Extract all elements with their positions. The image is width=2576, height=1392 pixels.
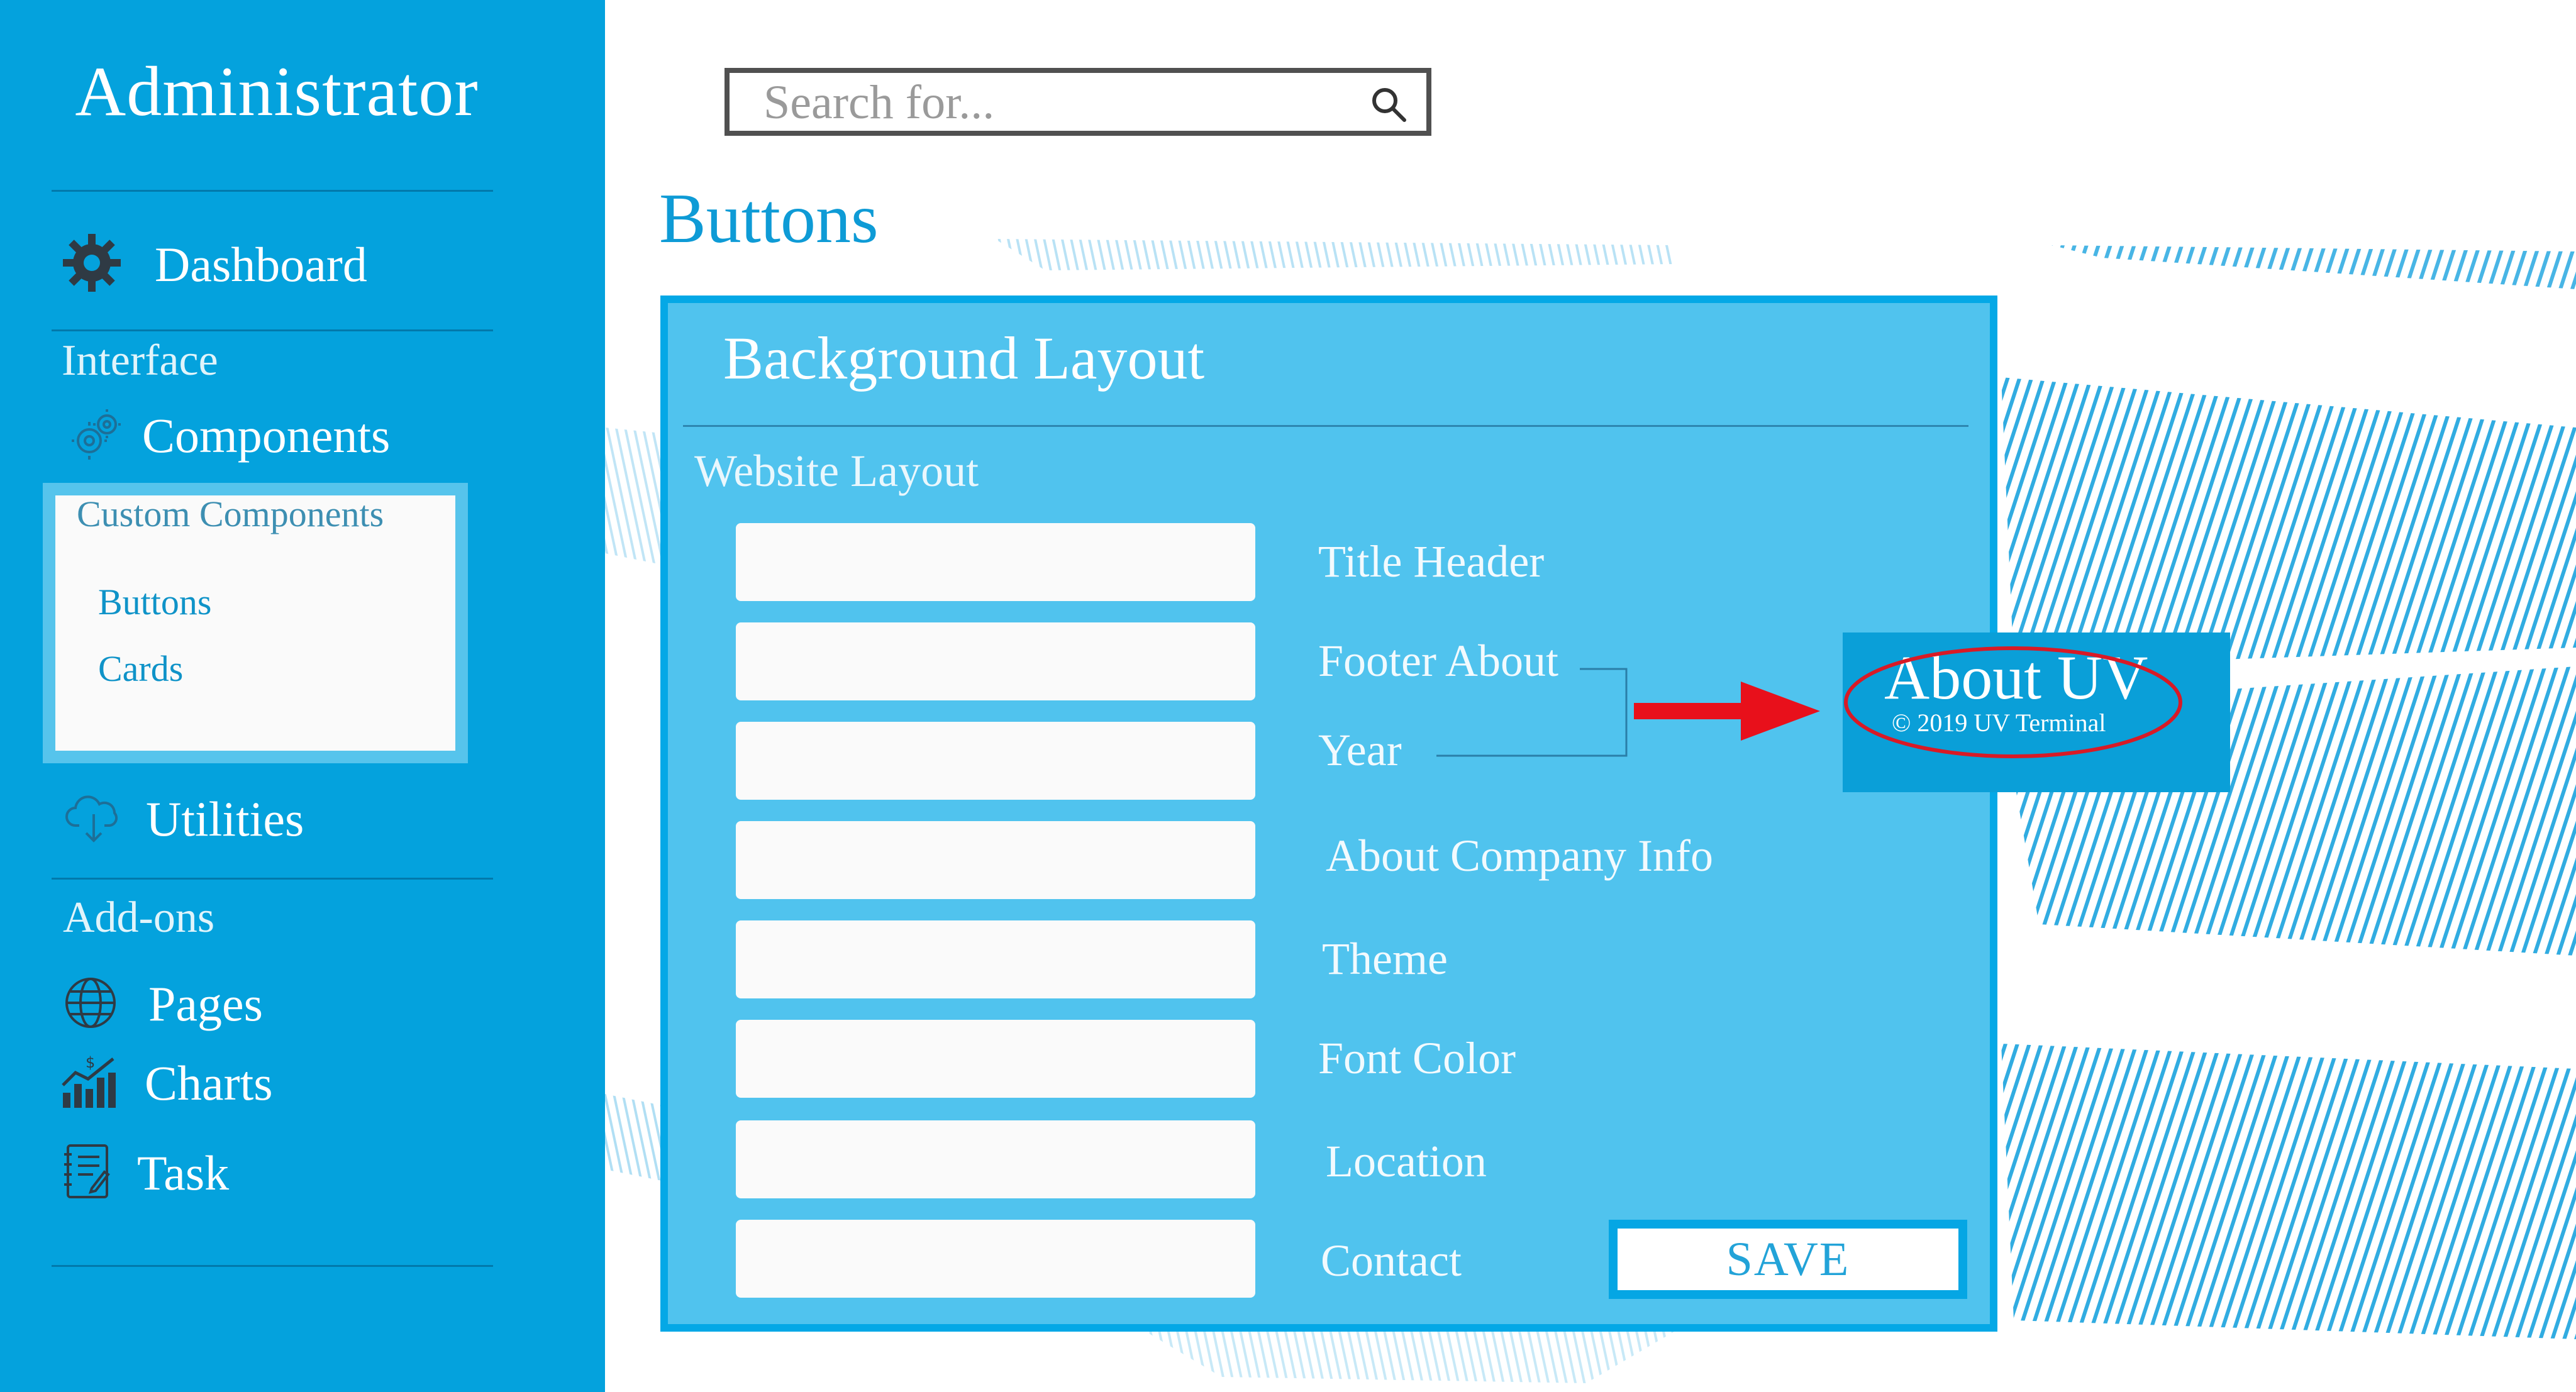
about-preview-title: About UV (1884, 643, 2148, 712)
sidebar-item-label: Utilities (146, 792, 304, 846)
sidebar-item-charts[interactable]: $ Charts (60, 1054, 273, 1112)
about-company-info-input[interactable] (736, 821, 1255, 899)
gear-icon (60, 231, 123, 297)
brand-title: Administrator (75, 53, 479, 131)
field-label-footer-about: Footer About (1318, 636, 1559, 686)
sidebar-item-utilities[interactable]: Utilities (65, 791, 304, 848)
section-heading-interface: Interface (62, 336, 218, 385)
panel-divider (683, 425, 1968, 427)
save-button-label: SAVE (1618, 1229, 1958, 1290)
field-label-theme: Theme (1322, 934, 1448, 984)
sidebar-divider (52, 1265, 493, 1267)
sidebar-item-label: Charts (145, 1055, 273, 1110)
sidebar-item-pages[interactable]: Pages (64, 976, 263, 1032)
globe-icon (64, 976, 117, 1032)
panel-title: Background Layout (723, 324, 1205, 392)
chart-icon: $ (60, 1054, 118, 1112)
title-header-input[interactable] (736, 523, 1255, 601)
field-label-font-color: Font Color (1318, 1033, 1516, 1083)
sidebar-link-buttons[interactable]: Buttons (98, 581, 212, 623)
save-button[interactable]: SAVE (1609, 1220, 1967, 1299)
sidebar-item-dashboard[interactable]: Dashboard (60, 231, 367, 297)
sidebar-item-label: Task (137, 1145, 230, 1200)
sidebar-divider (52, 190, 493, 192)
search-box (724, 68, 1431, 136)
cloud-download-icon (65, 793, 122, 846)
field-label-location: Location (1326, 1136, 1487, 1186)
sidebar-item-label: Components (142, 408, 391, 463)
section-heading-addons: Add-ons (63, 893, 215, 942)
sidebar-item-label: Pages (148, 976, 263, 1031)
field-label-title-header: Title Header (1318, 536, 1545, 587)
sidebar-item-components[interactable]: Components (70, 407, 390, 464)
theme-input[interactable] (736, 920, 1255, 998)
svg-text:$: $ (86, 1054, 95, 1071)
sidebar-item-task[interactable]: Task (62, 1143, 229, 1203)
about-preview-copyright: © 2019 UV Terminal (1892, 709, 2106, 737)
sidebar-divider (52, 329, 493, 331)
search-icon[interactable] (1370, 86, 1407, 126)
search-input[interactable] (762, 73, 1331, 132)
sidebar: Administrator Dashboard Interface Compon… (0, 0, 605, 1392)
contact-input[interactable] (736, 1220, 1255, 1298)
notebook-icon (62, 1143, 112, 1203)
cogs-icon (70, 408, 123, 464)
field-label-year: Year (1318, 725, 1402, 775)
sidebar-item-label: Dashboard (155, 236, 367, 292)
field-label-contact: Contact (1321, 1235, 1462, 1286)
sidebar-link-cards[interactable]: Cards (98, 648, 183, 690)
sidebar-divider (52, 878, 493, 880)
year-input[interactable] (736, 722, 1255, 800)
footer-about-input[interactable] (736, 622, 1255, 700)
field-label-about-company-info: About Company Info (1326, 831, 1713, 881)
location-input[interactable] (736, 1120, 1255, 1198)
panel-subtitle: Website Layout (694, 446, 979, 496)
font-color-input[interactable] (736, 1020, 1255, 1098)
custom-components-heading: Custom Components (77, 494, 384, 534)
page-title: Buttons (659, 180, 879, 258)
